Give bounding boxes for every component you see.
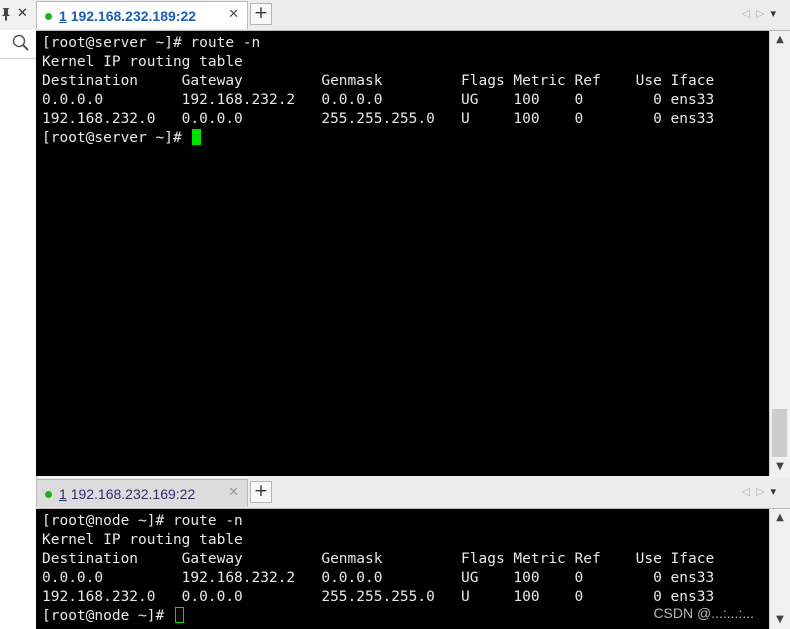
tab-menu-icon[interactable]: ▾	[770, 485, 782, 498]
connected-status-icon	[45, 491, 52, 498]
text-cursor	[192, 129, 202, 145]
scroll-up-icon[interactable]: ▲	[770, 31, 790, 49]
tab-navigation: ◁▷▾	[742, 485, 782, 498]
next-tab-icon[interactable]: ▷	[756, 7, 770, 20]
prompt-text: [root@node ~]#	[42, 608, 173, 624]
session-sidebar: ✕	[0, 0, 37, 629]
tab-title: 192.168.232.169:22	[70, 486, 196, 502]
watermark: CSDN @...:...:...	[653, 605, 754, 621]
tab-bar: 1 192.168.232.189:22 ✕ + ◁▷▾	[36, 0, 790, 31]
terminal-screen[interactable]: [root@server ~]# route -n Kernel IP rout…	[36, 31, 770, 476]
terminal-output: [root@node ~]# route -n Kernel IP routin…	[42, 512, 714, 626]
scroll-down-icon[interactable]: ▼	[770, 611, 790, 629]
connected-status-icon	[45, 13, 52, 20]
terminal-output: [root@server ~]# route -n Kernel IP rout…	[42, 34, 714, 148]
tab-session-node[interactable]: 1 192.168.232.169:22 ✕	[36, 479, 248, 507]
tab-number: 1	[59, 8, 67, 24]
terminal-pane-node: 1 192.168.232.169:22 ✕ + ◁▷▾ [root@node …	[36, 478, 790, 629]
tab-bar: 1 192.168.232.169:22 ✕ + ◁▷▾	[36, 478, 790, 509]
close-tab-icon[interactable]: ✕	[228, 485, 239, 500]
terminal-line: Kernel IP routing table	[42, 54, 243, 70]
tab-title: 192.168.232.189:22	[70, 8, 197, 24]
terminal-screen[interactable]: [root@node ~]# route -n Kernel IP routin…	[36, 509, 770, 629]
close-icon[interactable]: ✕	[17, 6, 28, 21]
tab-menu-icon[interactable]: ▾	[770, 7, 782, 20]
terminal-line: Destination Gateway Genmask Flags Metric…	[42, 73, 715, 89]
terminal-line: 192.168.232.0 0.0.0.0 255.255.255.0 U 10…	[42, 589, 715, 605]
prompt-line: [root@server ~]#	[42, 129, 714, 148]
scroll-up-icon[interactable]: ▲	[770, 509, 790, 527]
tab-label: 1 192.168.232.169:22	[59, 486, 195, 502]
close-tab-icon[interactable]: ✕	[228, 7, 239, 22]
terminal-line: 0.0.0.0 192.168.232.2 0.0.0.0 UG 100 0 0…	[42, 570, 715, 586]
tab-label: 1 192.168.232.189:22	[59, 8, 196, 24]
terminal-pane-server: 1 192.168.232.189:22 ✕ + ◁▷▾ [root@serve…	[36, 0, 790, 476]
terminal-line: [root@node ~]# route -n	[42, 513, 243, 529]
prompt-text: [root@server ~]#	[42, 130, 191, 146]
search-icon[interactable]	[12, 34, 30, 56]
vertical-scrollbar[interactable]: ▲ ▼	[769, 31, 790, 476]
sidebar-header: ✕	[0, 0, 36, 31]
scroll-down-icon[interactable]: ▼	[770, 458, 790, 476]
tab-navigation: ◁▷▾	[742, 7, 782, 20]
text-cursor	[174, 607, 184, 623]
pin-icon[interactable]	[0, 7, 12, 24]
tab-session-server[interactable]: 1 192.168.232.189:22 ✕	[36, 1, 248, 29]
tab-number: 1	[59, 486, 67, 502]
prev-tab-icon[interactable]: ◁	[742, 7, 756, 20]
prev-tab-icon[interactable]: ◁	[742, 485, 756, 498]
terminal-line: Kernel IP routing table	[42, 532, 243, 548]
terminal-line: 192.168.232.0 0.0.0.0 255.255.255.0 U 10…	[42, 111, 715, 127]
vertical-scrollbar[interactable]: ▲ ▼	[769, 509, 790, 629]
add-tab-button[interactable]: +	[250, 3, 272, 25]
terminal-line: Destination Gateway Genmask Flags Metric…	[42, 551, 715, 567]
terminal-line: [root@server ~]# route -n	[42, 35, 261, 51]
terminal-line: 0.0.0.0 192.168.232.2 0.0.0.0 UG 100 0 0…	[42, 92, 715, 108]
next-tab-icon[interactable]: ▷	[756, 485, 770, 498]
scrollbar-thumb[interactable]	[772, 409, 787, 457]
prompt-line: [root@node ~]#	[42, 607, 714, 626]
add-tab-button[interactable]: +	[250, 481, 272, 503]
